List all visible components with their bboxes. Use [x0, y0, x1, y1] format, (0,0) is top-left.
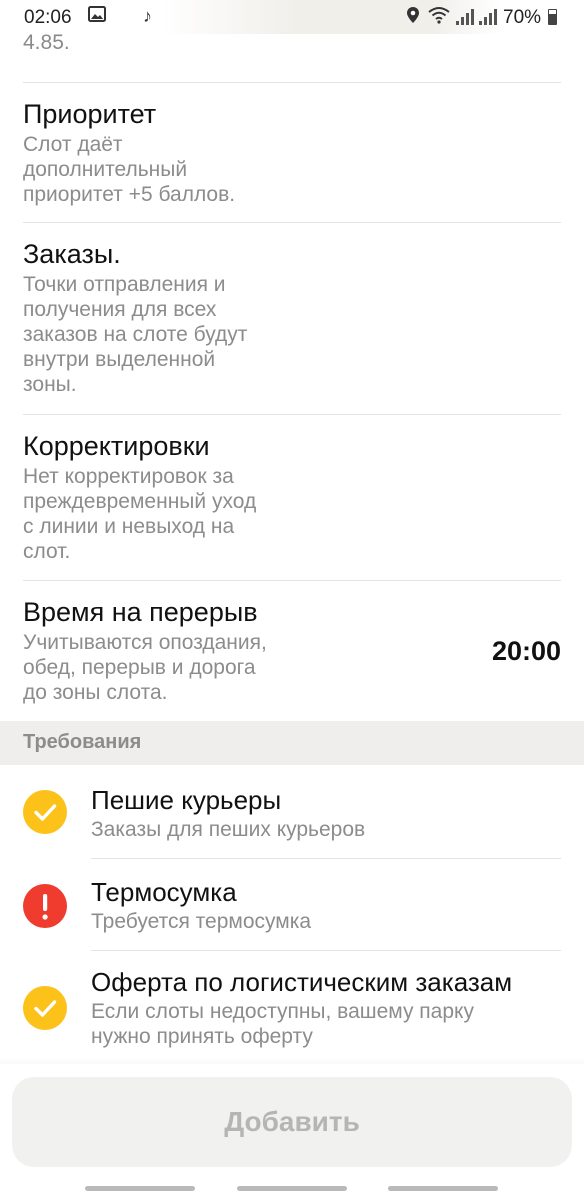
slot-details-screen: 02:06 ♪ 70% 4.85. Приоритет Слот даёт до…: [0, 0, 584, 1200]
signal-icon-2: [479, 9, 497, 25]
check-icon: [23, 986, 67, 1030]
music-note-icon: ♪: [143, 6, 152, 26]
desc-line: Если слоты недоступны, вашему парку: [91, 1000, 474, 1023]
desc-line: Нет корректировок за: [23, 465, 234, 488]
section-title: Заказы.: [23, 239, 121, 269]
section-description: Учитываются опоздания, обед, перерыв и д…: [23, 630, 293, 705]
desc-line: нужно принять оферту: [91, 1025, 313, 1048]
desc-line: получения для всех: [23, 298, 217, 321]
desc-line: внутри выделенной: [23, 348, 216, 371]
add-button[interactable]: Добавить: [12, 1077, 572, 1167]
desc-line: до зоны слота.: [23, 681, 168, 704]
requirement-description: Если слоты недоступны, вашему парку нужн…: [91, 999, 551, 1049]
desc-line: Заказы для пеших курьеров: [91, 818, 366, 841]
section-description: Нет корректировок за преждевременный ухо…: [23, 464, 293, 564]
requirement-description: Требуется термосумка: [91, 909, 551, 934]
desc-line: дополнительный: [23, 158, 188, 181]
desc-line: Требуется термосумка: [91, 910, 312, 933]
requirement-title: Оферта по логистическим заказам: [91, 967, 513, 997]
section-title: Приоритет: [23, 99, 157, 129]
divider: [23, 414, 561, 415]
requirements-header: Требования: [0, 721, 584, 765]
rating-value: 4.85.: [23, 31, 70, 54]
signal-icon: [456, 9, 474, 25]
divider: [23, 82, 561, 83]
requirement-title: Термосумка: [91, 877, 237, 907]
nav-bar-segment: [237, 1186, 347, 1191]
break-time-value: 20:00: [491, 636, 561, 666]
nav-bar-segment: [388, 1186, 498, 1191]
section-priority: Приоритет Слот даёт дополнительный приор…: [23, 98, 561, 207]
nav-bar-segment: [85, 1186, 195, 1191]
desc-line: преждевременный уход: [23, 490, 257, 513]
exclamation-icon: [23, 884, 67, 928]
desc-line: заказов на слоте будут: [23, 323, 248, 346]
requirements-header-label: Требования: [23, 731, 142, 753]
requirement-title: Пешие курьеры: [91, 785, 282, 815]
status-bar: 02:06 ♪ 70%: [0, 0, 584, 34]
section-description: Точки отправления и получения для всех з…: [23, 272, 293, 397]
desc-line: Учитываются опоздания,: [23, 631, 267, 654]
requirement-item-walking-couriers: Пешие курьеры Заказы для пеших курьеров: [0, 766, 584, 858]
section-title: Корректировки: [23, 431, 210, 461]
section-corrections: Корректировки Нет корректировок за прежд…: [23, 430, 561, 564]
battery-percent: 70%: [503, 7, 542, 28]
status-time: 02:06: [24, 7, 72, 28]
desc-line: обед, перерыв и дорога: [23, 656, 256, 679]
wifi-icon: [428, 6, 450, 29]
desc-line: слот.: [23, 540, 71, 563]
requirement-item-logistics-offer: Оферта по логистическим заказам Если сло…: [0, 950, 584, 1060]
desc-line: зоны.: [23, 373, 77, 396]
desc-line: Точки отправления и: [23, 273, 226, 296]
desc-line: с линии и невыход на: [23, 515, 235, 538]
image-icon: [88, 6, 106, 27]
divider: [23, 222, 561, 223]
desc-line: приоритет +5 баллов.: [23, 183, 236, 206]
desc-line: Слот даёт: [23, 133, 123, 156]
divider: [23, 580, 561, 581]
requirement-item-thermobag: Термосумка Требуется термосумка: [0, 858, 584, 950]
check-icon: [23, 790, 67, 834]
location-icon: [406, 6, 420, 29]
requirement-description: Заказы для пеших курьеров: [91, 817, 551, 842]
section-title: Время на перерыв: [23, 597, 258, 627]
section-orders: Заказы. Точки отправления и получения дл…: [23, 238, 561, 397]
battery-icon: [548, 9, 557, 25]
section-break-time: Время на перерыв Учитываются опоздания, …: [23, 596, 561, 706]
section-description: Слот даёт дополнительный приоритет +5 ба…: [23, 132, 293, 207]
